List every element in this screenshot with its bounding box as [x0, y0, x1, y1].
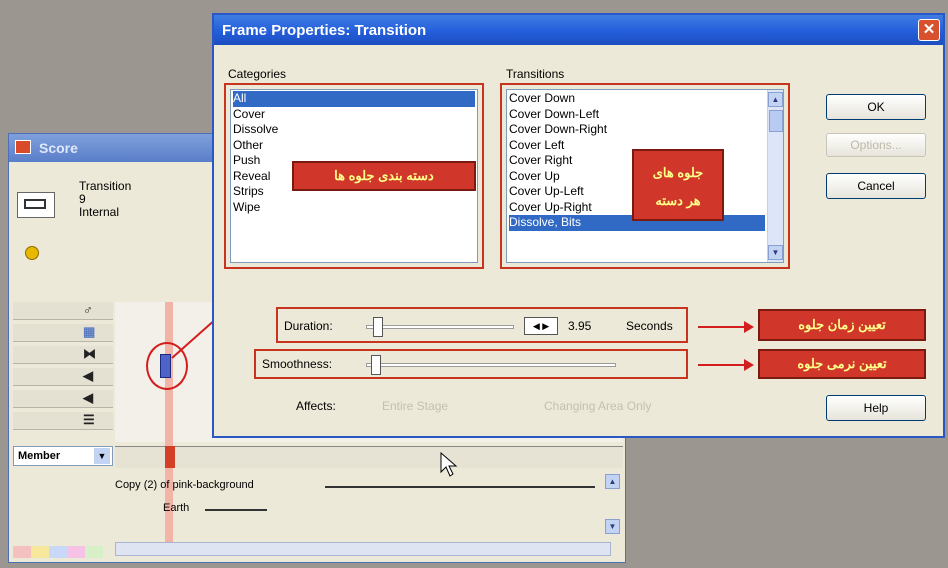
score-title: Score: [39, 140, 78, 156]
transitions-annotation-line1: جلوه های: [652, 165, 704, 180]
transition-channel-icon: ⧓: [83, 346, 96, 361]
channel-row-transition[interactable]: ⧓: [13, 346, 113, 364]
smoothness-slider[interactable]: [366, 363, 616, 367]
duration-label: Duration:: [284, 319, 333, 333]
category-item[interactable]: Dissolve: [233, 122, 475, 138]
ok-button[interactable]: OK: [826, 94, 926, 120]
close-icon[interactable]: ✕: [918, 19, 940, 41]
score-horizontal-scrollbar[interactable]: [115, 542, 611, 556]
mouse-cursor-icon: [440, 452, 458, 477]
member-dropdown[interactable]: Member ▼: [13, 446, 113, 466]
info-type: Transition: [79, 179, 132, 193]
sprite-2-label: Earth: [163, 502, 190, 514]
cancel-button[interactable]: Cancel: [826, 173, 926, 199]
category-item[interactable]: Other: [233, 138, 475, 154]
smoothness-annotation: تعیین نرمی جلوه: [758, 349, 926, 379]
duration-value: 3.95: [568, 319, 592, 333]
chevron-down-icon[interactable]: ▼: [94, 448, 110, 464]
help-button[interactable]: Help: [826, 395, 926, 421]
frame-properties-dialog: Frame Properties: Transition ✕ Categorie…: [212, 13, 945, 438]
sound1-icon: ◀: [83, 368, 93, 383]
duration-arrow-head: [744, 321, 754, 333]
member-label: Member: [18, 450, 61, 462]
frame-ruler[interactable]: [115, 446, 623, 468]
category-item[interactable]: All: [233, 91, 475, 107]
categories-label: Categories: [228, 67, 287, 81]
scroll-thumb[interactable]: [769, 110, 783, 132]
palette-icon: ▦: [83, 324, 96, 339]
transitions-annotation-line2: هر دسته: [655, 193, 701, 208]
dialog-title: Frame Properties: Transition: [222, 22, 427, 39]
scroll-down-icon[interactable]: ▼: [605, 519, 620, 534]
affects-entire-stage[interactable]: Entire Stage: [382, 399, 448, 413]
smoothness-slider-thumb[interactable]: [370, 355, 381, 375]
sprite-track-1[interactable]: Copy (2) of pink-background: [115, 479, 615, 497]
duration-stepper[interactable]: ◀ ▶: [524, 317, 558, 335]
duration-slider-thumb[interactable]: [372, 317, 383, 337]
channel-row-tempo[interactable]: ♂: [13, 302, 113, 320]
scroll-down-icon[interactable]: ▼: [768, 245, 783, 260]
sprite-2-span: [205, 509, 267, 511]
sprite-1-label: Copy (2) of pink-background: [115, 479, 254, 491]
duration-arrow-line: [698, 326, 746, 328]
color-swatches[interactable]: [13, 546, 103, 558]
score-vertical-scrollbar[interactable]: ▲ ▼: [605, 474, 620, 534]
category-item[interactable]: Cover: [233, 107, 475, 123]
sprite-1-span: [325, 486, 595, 488]
tempo-icon: ♂: [83, 302, 93, 317]
channel-row-script[interactable]: ☰: [13, 412, 113, 430]
lightbulb-icon[interactable]: [25, 246, 39, 260]
transition-icon: [24, 199, 46, 209]
scroll-up-icon[interactable]: ▲: [605, 474, 620, 489]
transition-item[interactable]: Cover Down-Left: [509, 107, 781, 123]
channel-row-sound1[interactable]: ◀: [13, 368, 113, 386]
duration-unit: Seconds: [626, 319, 673, 333]
channel-row-sound2[interactable]: ◀: [13, 390, 113, 408]
smoothness-arrow-line: [698, 364, 746, 366]
channel-row-palette[interactable]: ▦: [13, 324, 113, 342]
scroll-up-icon[interactable]: ▲: [768, 92, 783, 107]
duration-annotation: تعیین زمان جلوه: [758, 309, 926, 341]
script-icon: ☰: [83, 412, 95, 427]
transitions-label: Transitions: [506, 67, 565, 81]
affects-changing-area[interactable]: Changing Area Only: [544, 399, 651, 413]
sprite-track-2[interactable]: Earth: [115, 502, 615, 520]
transition-item[interactable]: Cover Down-Right: [509, 122, 781, 138]
sprite-thumbnail: [17, 192, 55, 218]
dialog-title-bar[interactable]: Frame Properties: Transition: [214, 15, 943, 45]
sound2-icon: ◀: [83, 390, 93, 405]
transition-item[interactable]: Cover Down: [509, 91, 781, 107]
score-window-icon: [15, 140, 31, 154]
affects-label: Affects:: [296, 399, 336, 413]
categories-annotation: دسته بندی جلوه ها: [292, 161, 476, 191]
info-source: Internal: [79, 205, 120, 219]
smoothness-arrow-head: [744, 359, 754, 371]
category-item[interactable]: Wipe: [233, 200, 475, 216]
smoothness-label: Smoothness:: [262, 357, 333, 371]
playhead[interactable]: [165, 446, 175, 468]
transitions-annotation: جلوه های هر دسته: [632, 149, 724, 221]
duration-slider[interactable]: [366, 325, 514, 329]
transitions-scrollbar[interactable]: ▲ ▼: [767, 90, 783, 262]
options-button[interactable]: Options...: [826, 133, 926, 157]
